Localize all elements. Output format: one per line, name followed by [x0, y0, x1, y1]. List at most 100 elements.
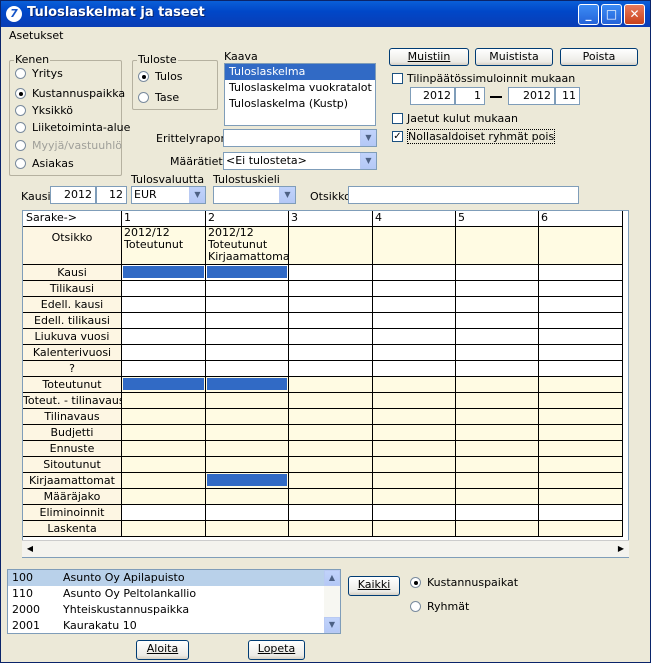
grid-cell[interactable] — [456, 345, 539, 361]
grid-cell[interactable] — [539, 489, 623, 505]
grid-cell[interactable] — [122, 409, 206, 425]
grid-cell[interactable] — [122, 297, 206, 313]
tulosvaluutta-dropdown[interactable]: EUR ▼ — [131, 186, 206, 204]
grid-cell[interactable] — [206, 345, 289, 361]
menu-settings[interactable]: Asetukset — [9, 29, 64, 42]
jaetut-checkbox[interactable]: Jaetut kulut mukaan — [392, 112, 518, 125]
radio-kenen[interactable]: Yksikkö — [15, 104, 73, 117]
grid-cell[interactable] — [539, 345, 623, 361]
grid-cell[interactable] — [456, 313, 539, 329]
grid-row-label[interactable]: Kausi — [23, 265, 122, 281]
radio-dot[interactable] — [15, 158, 26, 169]
grid-row-label[interactable]: Edell. tilikausi — [23, 313, 122, 329]
grid-cell[interactable] — [289, 393, 373, 409]
grid-cell[interactable] — [206, 361, 289, 377]
units-scrollbar[interactable]: ▲ ▼ — [324, 570, 340, 633]
grid-cell[interactable] — [456, 425, 539, 441]
grid-cell[interactable] — [206, 281, 289, 297]
grid-cell[interactable] — [206, 489, 289, 505]
grid-cell[interactable] — [373, 297, 456, 313]
grid-cell[interactable] — [373, 361, 456, 377]
grid-cell[interactable] — [206, 409, 289, 425]
list-item[interactable]: 2000 Yhteiskustannuspaikka — [8, 602, 324, 618]
grid-row-label[interactable]: Liukuva vuosi — [23, 329, 122, 345]
grid-cell[interactable] — [122, 265, 206, 281]
grid-row-label[interactable]: Toteut. - tilinavaus — [23, 393, 122, 409]
grid-cell[interactable] — [122, 473, 206, 489]
horizontal-scrollbar[interactable]: ◀ ▶ — [22, 540, 629, 557]
radio-dot[interactable] — [15, 88, 26, 99]
grid-cell-selected[interactable] — [207, 266, 287, 278]
grid-cell[interactable] — [122, 377, 206, 393]
grid-cell[interactable] — [456, 393, 539, 409]
kaava-list-item[interactable]: Tuloslaskelma (Kustp) — [225, 96, 375, 112]
jaetut-check[interactable] — [392, 113, 403, 124]
grid-cell[interactable] — [456, 297, 539, 313]
grid-cell[interactable] — [206, 425, 289, 441]
grid-cell[interactable] — [456, 377, 539, 393]
grid-cell[interactable] — [122, 441, 206, 457]
grid-cell[interactable] — [456, 505, 539, 521]
grid-cell[interactable] — [373, 409, 456, 425]
grid-cell[interactable] — [122, 393, 206, 409]
grid-cell[interactable] — [539, 521, 623, 537]
grid-cell-selected[interactable] — [207, 474, 287, 486]
grid-cell[interactable] — [206, 441, 289, 457]
grid-cell[interactable] — [289, 489, 373, 505]
units-list[interactable]: ▲ ▼ 100 Asunto Oy Apilapuisto 110 Asunto Oy… — [7, 569, 341, 634]
grid-cell[interactable] — [373, 265, 456, 281]
grid-cell[interactable] — [539, 281, 623, 297]
tilinpaatos-from-year[interactable]: 2012 — [410, 87, 455, 105]
grid-cell[interactable] — [289, 297, 373, 313]
grid-cell[interactable] — [289, 521, 373, 537]
grid-cell[interactable] — [122, 329, 206, 345]
grid-row-label[interactable]: Eliminoinnit — [23, 505, 122, 521]
grid-cell[interactable] — [456, 281, 539, 297]
radio-dot[interactable] — [15, 68, 26, 79]
grid-cell[interactable] — [289, 441, 373, 457]
grid-row-label[interactable]: Laskenta — [23, 521, 122, 537]
grid-cell[interactable] — [289, 473, 373, 489]
nollasaldoiset-checkbox[interactable]: ✓ Nollasaldoiset ryhmät pois — [392, 129, 556, 144]
grid-cell[interactable] — [122, 425, 206, 441]
chevron-down-icon[interactable]: ▼ — [360, 153, 376, 169]
grid-row-label[interactable]: Kalenterivuosi — [23, 345, 122, 361]
maximize-button[interactable]: □ — [601, 4, 622, 25]
grid-cell[interactable] — [206, 521, 289, 537]
grid-cell[interactable] — [373, 457, 456, 473]
chevron-down-icon[interactable]: ▼ — [279, 187, 295, 203]
chevron-down-icon[interactable]: ▼ — [189, 187, 205, 203]
radio-tuloste[interactable]: Tulos — [138, 70, 183, 83]
lopeta-button[interactable]: Lopeta — [248, 640, 305, 660]
radio-kenen[interactable]: Yritys — [15, 67, 63, 80]
aloita-button[interactable]: Aloita — [136, 640, 189, 660]
grid-row-label[interactable]: Tilinavaus — [23, 409, 122, 425]
grid-cell[interactable] — [373, 345, 456, 361]
grid-cell[interactable] — [456, 473, 539, 489]
tilinpaatos-check[interactable] — [392, 73, 403, 84]
grid-cell[interactable] — [373, 521, 456, 537]
erittely-dropdown[interactable]: ▼ — [223, 129, 377, 147]
tilinpaatos-to-year[interactable]: 2012 — [508, 87, 555, 105]
grid-cell[interactable] — [122, 489, 206, 505]
nollasaldoiset-check[interactable]: ✓ — [392, 131, 403, 142]
radio-dot[interactable] — [410, 577, 421, 588]
grid-row-label[interactable]: Budjetti — [23, 425, 122, 441]
grid-cell[interactable] — [456, 457, 539, 473]
muistiin-button[interactable]: Muistiin — [389, 48, 469, 66]
grid-cell[interactable] — [206, 473, 289, 489]
grid-cell[interactable] — [456, 521, 539, 537]
grid-cell[interactable] — [456, 329, 539, 345]
grid-cell[interactable] — [539, 441, 623, 457]
scroll-left-icon[interactable]: ◀ — [22, 541, 38, 557]
grid-cell[interactable] — [456, 361, 539, 377]
kausi-year[interactable]: 2012 — [50, 186, 96, 204]
grid-otsikko-cell[interactable]: 2012/12 Toteutunut — [122, 227, 206, 265]
kaava-list-item[interactable]: Tuloslaskelma — [225, 64, 375, 80]
grid-cell[interactable] — [206, 457, 289, 473]
tilinpaatos-from-month[interactable]: 1 — [455, 87, 485, 105]
grid-cell[interactable] — [456, 409, 539, 425]
close-button[interactable]: ✕ — [624, 4, 645, 25]
grid-cell[interactable] — [539, 425, 623, 441]
otsikko-input[interactable] — [348, 186, 579, 204]
